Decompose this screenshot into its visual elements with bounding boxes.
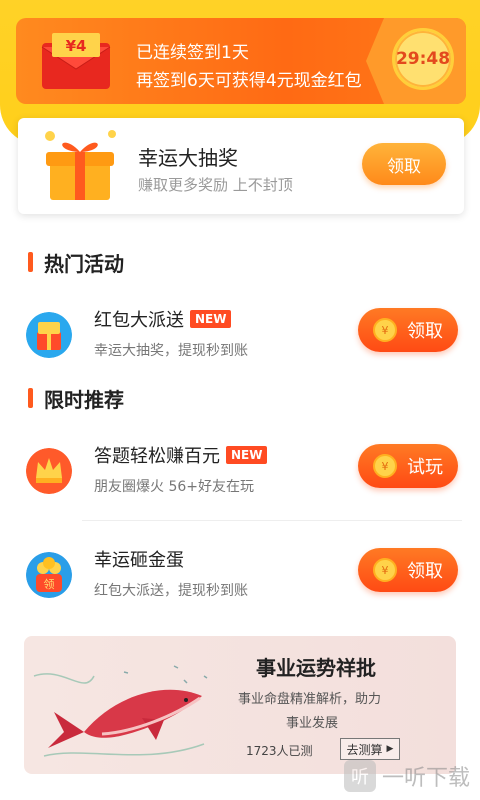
envelope-amount: ¥4: [66, 37, 87, 55]
section-title-hot: 热门活动: [28, 248, 124, 277]
activity-button-label: 领取: [407, 321, 443, 342]
red-envelope-icon: ¥4: [41, 33, 111, 89]
red-envelope-gift-icon: [26, 312, 72, 358]
row-divider: [82, 520, 462, 521]
site-watermark: 听 一听下载: [343, 760, 470, 792]
activity-title: 答题轻松赚百元 NEW: [94, 442, 268, 468]
signin-reward-text: 再签到6天可获得4元现金红包: [136, 71, 362, 91]
activity-subtitle: 幸运大抽奖，提现秒到账: [94, 343, 248, 359]
section-hot-label: 热门活动: [44, 252, 124, 276]
activity-claim-button[interactable]: ¥ 领取: [358, 548, 458, 592]
ad-description-line2: 事业发展: [286, 716, 339, 731]
coin-icon: ¥: [373, 558, 397, 582]
activity-row[interactable]: 领 幸运砸金蛋 红包大派送，提现秒到账 ¥ 领取: [0, 540, 480, 620]
activity-button-label: 领取: [407, 561, 443, 582]
signin-streak-text: 已连续签到1天: [136, 43, 249, 63]
ad-description-line1: 事业命盘精准解析，助力: [238, 692, 382, 707]
golden-egg-icon: 领: [26, 552, 72, 598]
activity-title-text: 答题轻松赚百元: [94, 446, 220, 467]
play-arrow-icon: ▶: [386, 744, 394, 754]
watermark-text: 一听下载: [381, 766, 470, 791]
coin-icon: ¥: [373, 318, 397, 342]
activity-claim-button[interactable]: ¥ 领取: [358, 308, 458, 352]
coin-icon: ¥: [373, 454, 397, 478]
activity-title-text: 红包大派送: [94, 310, 184, 331]
lucky-draw-card[interactable]: 幸运大抽奖 赚取更多奖励 上不封顶 领取: [18, 118, 464, 214]
lucky-draw-title: 幸运大抽奖: [138, 146, 238, 170]
lucky-draw-subtitle: 赚取更多奖励 上不封顶: [138, 176, 293, 194]
ad-tested-count: 1723人已测: [246, 744, 313, 758]
activity-button-label: 试玩: [407, 457, 443, 478]
activity-subtitle: 红包大派送，提现秒到账: [94, 583, 248, 599]
activity-title-text: 幸运砸金蛋: [94, 550, 184, 571]
section-title-recommend: 限时推荐: [28, 384, 124, 413]
activity-row[interactable]: 红包大派送 NEW 幸运大抽奖，提现秒到账 ¥ 领取: [0, 300, 480, 380]
section-recommend-label: 限时推荐: [44, 388, 124, 412]
watermark-logo-icon: 听: [343, 760, 376, 792]
new-badge: NEW: [190, 310, 232, 328]
egg-icon-label: 领: [44, 578, 55, 591]
fortune-ad-card[interactable]: 事业运势祥批 事业命盘精准解析，助力 事业发展 1723人已测 去测算 ▶: [24, 636, 456, 774]
activity-title: 红包大派送 NEW: [94, 306, 232, 332]
red-whale-illustration: [33, 665, 208, 757]
gift-box-icon: [45, 130, 116, 200]
activity-title: 幸运砸金蛋: [94, 546, 184, 572]
crown-quiz-icon: [26, 448, 72, 494]
lucky-draw-claim-button[interactable]: 领取: [362, 143, 446, 185]
activity-row[interactable]: 答题轻松赚百元 NEW 朋友圈爆火 56+好友在玩 ¥ 试玩: [0, 436, 480, 516]
ad-button-label: 去测算: [346, 742, 383, 757]
ad-calculate-button[interactable]: 去测算 ▶: [340, 738, 400, 760]
ad-title: 事业运势祥批: [256, 656, 376, 680]
activity-try-button[interactable]: ¥ 试玩: [358, 444, 458, 488]
new-badge: NEW: [226, 446, 268, 464]
countdown-timer: 29:48: [392, 28, 454, 90]
activity-subtitle: 朋友圈爆火 56+好友在玩: [94, 479, 254, 495]
